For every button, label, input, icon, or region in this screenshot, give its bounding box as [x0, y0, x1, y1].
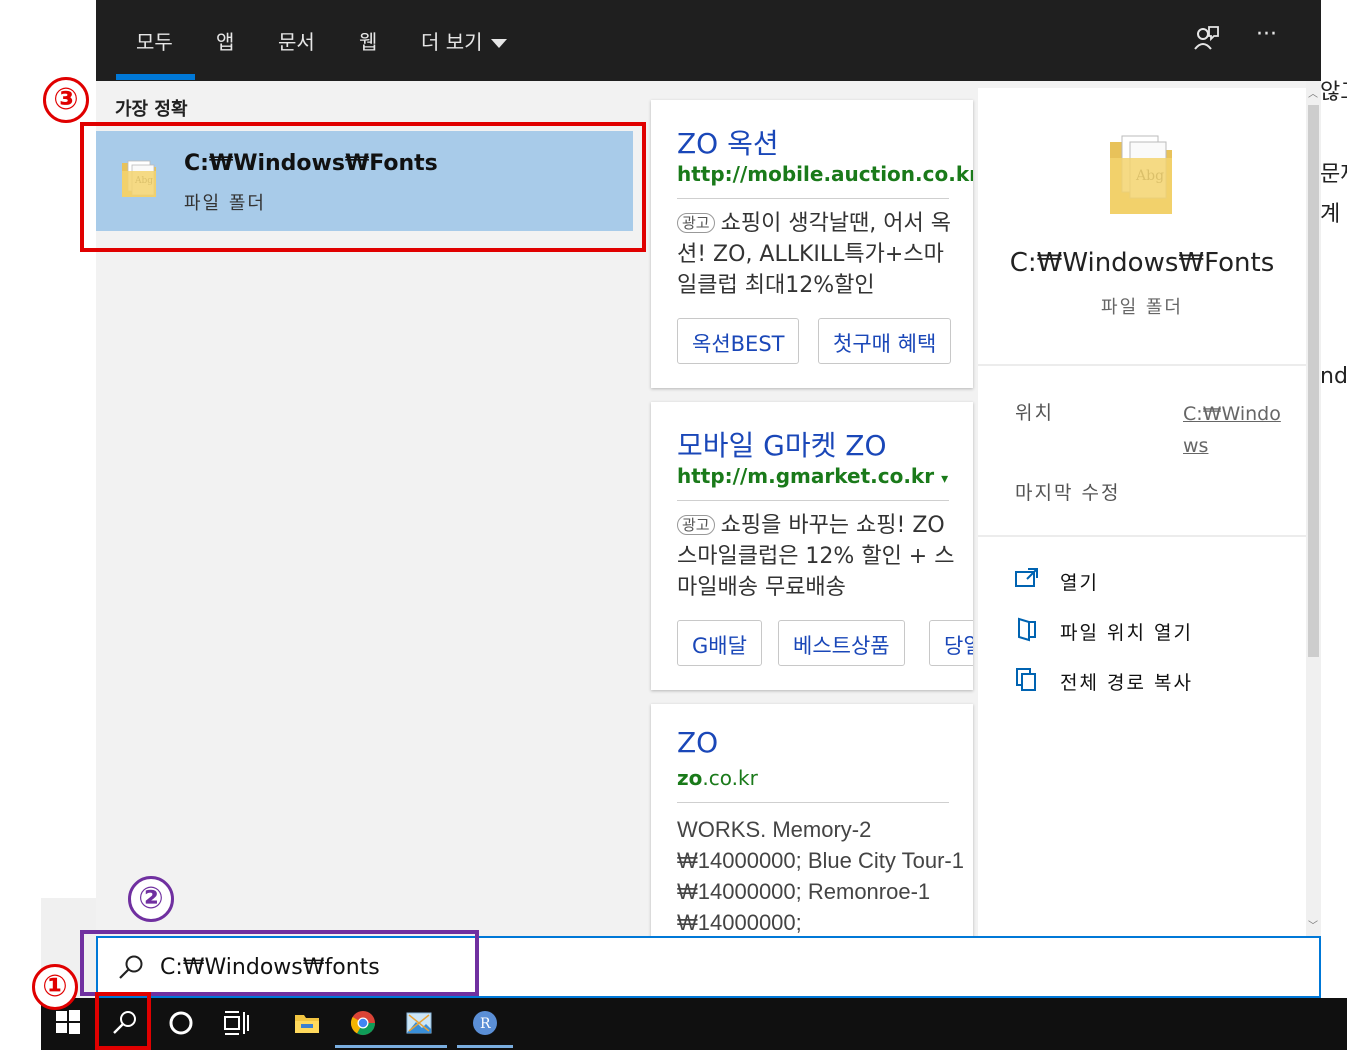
background-text: 계 — [1320, 202, 1341, 227]
caret-down-icon[interactable]: ▾ — [941, 471, 948, 487]
ad-url[interactable]: http://m.gmarket.co.kr ▾ — [677, 464, 948, 488]
photos-app-button[interactable] — [391, 998, 447, 1048]
ad-title[interactable]: 모바일 G마켓 ZO — [677, 424, 887, 464]
taskbar: R — [41, 998, 1347, 1050]
cortana-icon — [169, 1011, 193, 1035]
background-text: nd — [1320, 364, 1347, 389]
best-match-heading: 가장 정확 — [115, 99, 188, 120]
chrome-icon — [350, 1011, 375, 1036]
ad-badge: 광고 — [677, 213, 715, 233]
scroll-up-icon[interactable]: ︿ — [1308, 85, 1318, 100]
svg-text:R: R — [480, 1016, 491, 1032]
tab-all[interactable]: 모두 — [136, 26, 173, 55]
ad-description: 광고 쇼핑을 바꾸는 쇼핑! ZO 스마일클럽은 12% 할인 + 스마일배송 무… — [677, 510, 957, 603]
divider — [978, 535, 1306, 537]
ad-sitelink[interactable]: 첫구매 혜택 — [818, 318, 952, 364]
ad-title[interactable]: ZO 옥션 — [677, 122, 779, 162]
ad-sitelink[interactable]: 당일 — [929, 620, 973, 666]
modified-label: 마지막 수정 — [1015, 482, 1121, 504]
location-link[interactable]: C:₩Windows — [1183, 398, 1283, 462]
annotation-number-two: ② — [128, 876, 174, 922]
scroll-thumb[interactable] — [1308, 105, 1319, 657]
open-file-location-icon — [1018, 617, 1036, 642]
ad-card[interactable]: 모바일 G마켓 ZO http://m.gmarket.co.kr ▾ 광고 쇼핑… — [651, 402, 973, 690]
ad-url[interactable]: zo.co.kr — [677, 766, 758, 790]
cortana-button[interactable] — [153, 998, 209, 1048]
ad-sitelink[interactable]: G배달 — [677, 620, 762, 666]
ad-url-text: http://m.gmarket.co.kr — [677, 464, 935, 488]
ad-description: 광고 쇼핑이 생각날땐, 어서 옥션! ZO, ALLKILL특가+스마일클럽 최… — [677, 208, 957, 301]
open-label: 열기 — [1060, 572, 1099, 594]
scroll-down-icon[interactable]: ﹀ — [1308, 917, 1318, 932]
ad-card[interactable]: ZO zo.co.kr WORKS. Memory-2 ₩14000000; B… — [651, 704, 973, 936]
ad-divider — [677, 198, 949, 199]
scrollbar[interactable]: ︿ ﹀ — [1306, 81, 1321, 936]
copy-path-action[interactable]: 전체 경로 복사 — [1014, 666, 1274, 696]
chrome-button[interactable] — [335, 998, 391, 1048]
ad-badge: 광고 — [677, 515, 715, 535]
background-window-edge: 않고 문제 계 nd — [1318, 0, 1347, 1000]
open-icon — [1015, 568, 1038, 587]
windows-start-icon — [56, 1010, 80, 1034]
ad-description-text: 쇼핑이 생각날땐, 어서 옥션! ZO, ALLKILL특가+스마일클럽 최대1… — [677, 211, 951, 298]
ad-divider — [677, 802, 949, 803]
open-file-location-label: 파일 위치 열기 — [1060, 622, 1193, 644]
annotation-number-three: ③ — [43, 77, 89, 123]
annotation-box-search — [80, 930, 479, 996]
file-explorer-button[interactable] — [279, 998, 335, 1048]
copy-path-label: 전체 경로 복사 — [1060, 672, 1193, 694]
ad-url-bold: zo — [677, 766, 703, 790]
ad-description-text: 쇼핑을 바꾸는 쇼핑! ZO 스마일클럽은 12% 할인 + 스마일배송 무료배… — [677, 513, 955, 600]
ad-title[interactable]: ZO — [677, 726, 718, 759]
tab-more-label: 더 보기 — [421, 30, 483, 54]
folder-preview-icon: Abg — [1110, 135, 1172, 214]
divider — [978, 364, 1306, 366]
copy-path-icon — [1016, 668, 1036, 691]
ad-sitelink[interactable]: 베스트상품 — [778, 620, 905, 666]
details-pane: Abg C:₩Windows₩Fonts 파일 폴더 위치 C:₩Windows… — [978, 88, 1306, 936]
filter-tab-bar: 모두 앱 문서 웹 더 보기 ··· — [96, 0, 1321, 81]
ad-divider — [677, 500, 949, 501]
tab-documents[interactable]: 문서 — [278, 26, 315, 55]
open-action[interactable]: 열기 — [1014, 566, 1274, 596]
active-tab-indicator — [116, 74, 195, 80]
task-view-button[interactable] — [209, 998, 265, 1048]
file-explorer-icon — [295, 1015, 319, 1033]
tab-more[interactable]: 더 보기 — [421, 26, 507, 55]
tab-apps[interactable]: 앱 — [216, 26, 234, 55]
tab-web[interactable]: 웹 — [359, 26, 377, 55]
annotation-box-search-button — [95, 992, 151, 1050]
location-label: 위치 — [1015, 402, 1054, 424]
annotation-box-best-match — [80, 122, 646, 252]
task-view-icon — [224, 1011, 249, 1035]
annotation-number-one: ① — [32, 964, 78, 1010]
ad-sitelink[interactable]: 옥션BEST — [677, 318, 800, 364]
chevron-down-icon — [490, 39, 507, 48]
running-indicator — [457, 1045, 513, 1048]
feedback-icon[interactable] — [1192, 24, 1220, 58]
running-indicator — [335, 1045, 391, 1048]
photos-app-icon — [406, 1012, 432, 1034]
running-indicator — [391, 1045, 447, 1048]
ad-url-rest: .co.kr — [702, 766, 758, 790]
r-app-icon: R — [473, 1011, 497, 1035]
r-app-button[interactable]: R — [457, 998, 513, 1048]
ad-description: WORKS. Memory-2 ₩14000000; Blue City Tou… — [677, 817, 964, 935]
details-title: C:₩Windows₩Fonts — [1009, 248, 1275, 278]
background-text: 문제 — [1320, 162, 1347, 187]
open-file-location-action[interactable]: 파일 위치 열기 — [1014, 616, 1274, 646]
ad-url[interactable]: http://mobile.auction.co.kr — [677, 162, 973, 186]
details-subtitle: 파일 폴더 — [1101, 297, 1183, 318]
ad-card[interactable]: ZO 옥션 http://mobile.auction.co.kr 광고 쇼핑이 … — [651, 100, 973, 388]
web-results-column: ZO 옥션 http://mobile.auction.co.kr 광고 쇼핑이 … — [633, 81, 978, 936]
more-icon[interactable]: ··· — [1256, 22, 1277, 47]
background-text: 않고 — [1320, 80, 1347, 105]
